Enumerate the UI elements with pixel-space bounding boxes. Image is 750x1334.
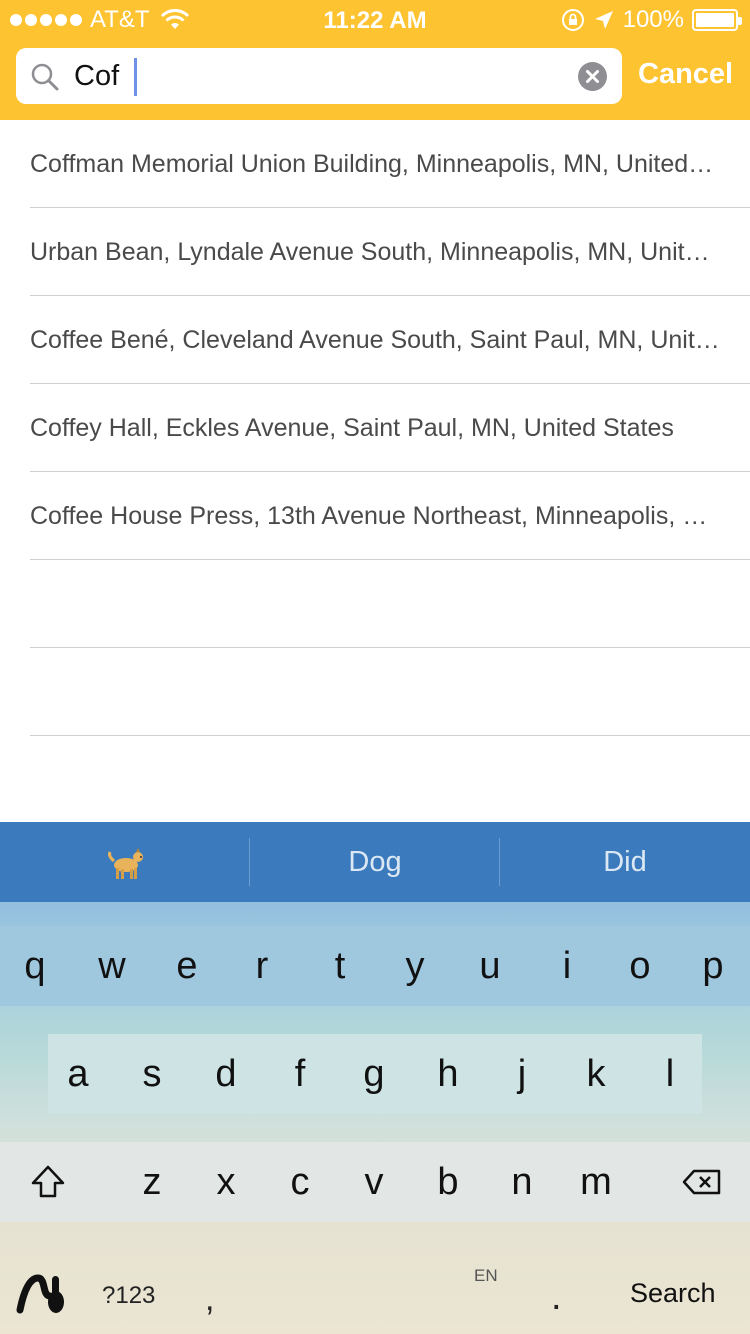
swype-icon[interactable] bbox=[16, 1270, 68, 1316]
key-u[interactable]: u bbox=[453, 926, 527, 1006]
location-icon bbox=[594, 11, 613, 29]
empty-list-item bbox=[30, 560, 750, 648]
lock-rotation-icon bbox=[561, 9, 584, 31]
list-item[interactable]: Urban Bean, Lyndale Avenue South, Minnea… bbox=[30, 208, 750, 296]
key-z[interactable]: z bbox=[115, 1142, 189, 1222]
key-e[interactable]: e bbox=[150, 926, 224, 1006]
search-box[interactable] bbox=[16, 48, 622, 104]
clear-icon bbox=[586, 70, 599, 83]
key-row-3: z x c v b n m bbox=[0, 1142, 750, 1222]
status-right: 100% bbox=[561, 6, 742, 34]
list-item[interactable]: Coffey Hall, Eckles Avenue, Saint Paul, … bbox=[30, 384, 750, 472]
battery-percentage: 100% bbox=[622, 6, 684, 33]
key-y[interactable]: y bbox=[378, 926, 452, 1006]
list-item[interactable]: Coffman Memorial Union Building, Minneap… bbox=[30, 120, 750, 208]
result-text: Urban Bean, Lyndale Avenue South, Minnea… bbox=[30, 238, 720, 266]
key-i[interactable]: i bbox=[530, 926, 604, 1006]
key-p[interactable]: p bbox=[676, 926, 750, 1006]
key-b[interactable]: b bbox=[411, 1142, 485, 1222]
list-item[interactable]: Coffee House Press, 13th Avenue Northeas… bbox=[30, 472, 750, 560]
key-k[interactable]: k bbox=[559, 1034, 633, 1114]
search-key[interactable]: Search bbox=[630, 1278, 716, 1309]
search-icon bbox=[31, 63, 59, 91]
key-s[interactable]: s bbox=[115, 1034, 189, 1114]
key-t[interactable]: t bbox=[303, 926, 377, 1006]
search-input[interactable] bbox=[74, 56, 554, 96]
key-l[interactable]: l bbox=[633, 1034, 707, 1114]
result-text: Coffee Bené, Cleveland Avenue South, Sai… bbox=[30, 326, 720, 354]
comma-key[interactable]: , bbox=[205, 1280, 214, 1319]
numbers-key[interactable]: ?123 bbox=[102, 1282, 155, 1310]
result-text: Coffee House Press, 13th Avenue Northeas… bbox=[30, 502, 720, 530]
result-text: Coffey Hall, Eckles Avenue, Saint Paul, … bbox=[30, 414, 674, 442]
language-label: EN bbox=[474, 1266, 498, 1285]
key-row-2: a s d f g h j k l bbox=[0, 1034, 750, 1114]
list-item[interactable]: Coffee Bené, Cleveland Avenue South, Sai… bbox=[30, 296, 750, 384]
search-header: Cancel bbox=[0, 40, 750, 120]
period-key[interactable]: . bbox=[551, 1276, 562, 1319]
key-o[interactable]: o bbox=[603, 926, 677, 1006]
dog-emoji-icon bbox=[108, 848, 143, 879]
suggestion-word[interactable]: Dog bbox=[250, 822, 500, 902]
key-a[interactable]: a bbox=[41, 1034, 115, 1114]
cancel-button[interactable]: Cancel bbox=[638, 58, 733, 91]
key-m[interactable]: m bbox=[559, 1142, 633, 1222]
result-text: Coffman Memorial Union Building, Minneap… bbox=[30, 150, 720, 178]
key-w[interactable]: w bbox=[75, 926, 149, 1006]
text-cursor bbox=[134, 58, 137, 96]
key-q[interactable]: q bbox=[0, 926, 70, 1006]
key-row-4: ?123 , EN . Search bbox=[0, 1250, 750, 1334]
key-h[interactable]: h bbox=[411, 1034, 485, 1114]
backspace-icon[interactable] bbox=[682, 1168, 722, 1196]
key-c[interactable]: c bbox=[263, 1142, 337, 1222]
key-x[interactable]: x bbox=[189, 1142, 263, 1222]
key-f[interactable]: f bbox=[263, 1034, 337, 1114]
suggestion-word[interactable]: Did bbox=[500, 822, 750, 902]
key-d[interactable]: d bbox=[189, 1034, 263, 1114]
key-j[interactable]: j bbox=[485, 1034, 559, 1114]
suggestion-bar: Dog Did bbox=[0, 822, 750, 902]
key-n[interactable]: n bbox=[485, 1142, 559, 1222]
keyboard: Dog Did q w e r t y u i o p a s d f g h … bbox=[0, 822, 750, 1334]
key-row-1: q w e r t y u i o p bbox=[0, 926, 750, 1006]
battery-icon bbox=[692, 9, 742, 31]
key-r[interactable]: r bbox=[225, 926, 299, 1006]
status-bar: AT&T 11:22 AM 100% bbox=[0, 0, 750, 40]
key-v[interactable]: v bbox=[337, 1142, 411, 1222]
clear-search-button[interactable] bbox=[578, 62, 607, 91]
shift-icon[interactable] bbox=[30, 1164, 66, 1200]
empty-list-item bbox=[30, 648, 750, 736]
suggestion-emoji[interactable] bbox=[0, 822, 250, 902]
key-g[interactable]: g bbox=[337, 1034, 411, 1114]
